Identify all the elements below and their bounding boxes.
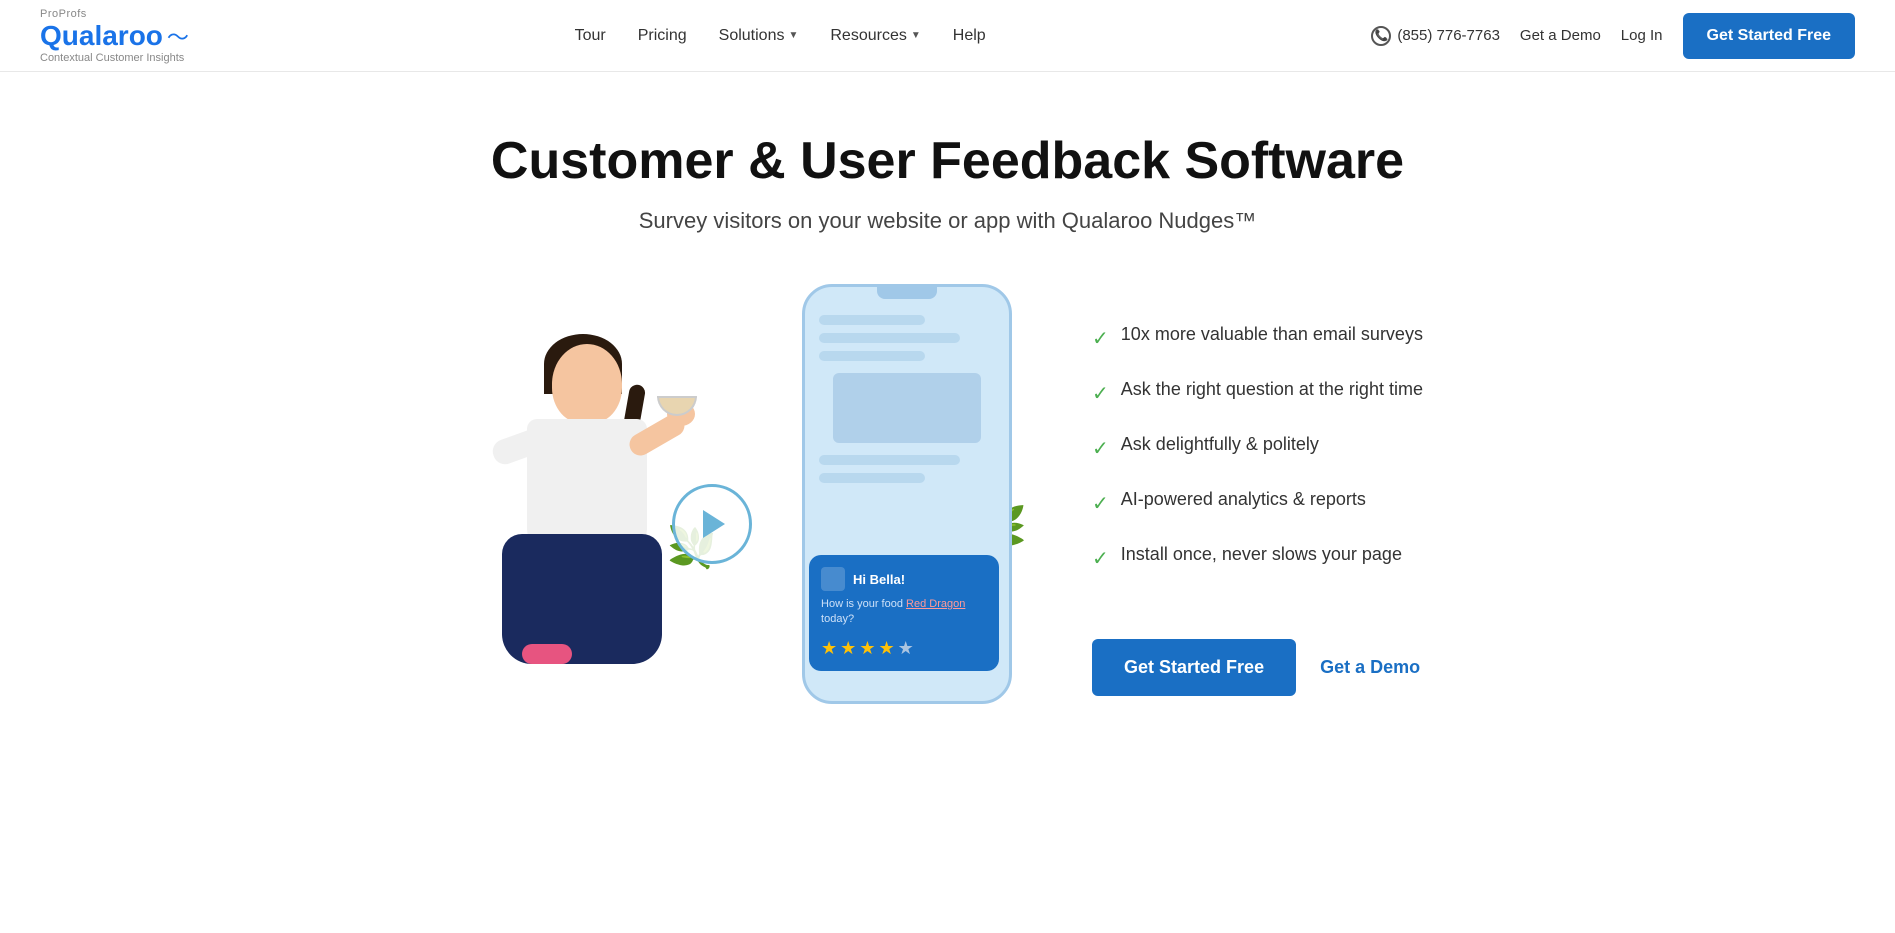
play-button[interactable] [672, 484, 752, 564]
feature-text: Install once, never slows your page [1121, 544, 1402, 565]
logo-main: Qualaroo 〜 [40, 20, 189, 52]
star-rating[interactable]: ★ ★ ★ ★ ★ [821, 638, 987, 659]
hero-section: Customer & User Feedback Software Survey… [0, 72, 1895, 764]
star-2[interactable]: ★ [840, 638, 856, 659]
chevron-down-icon: ▼ [911, 30, 921, 41]
woman-head [552, 344, 622, 424]
phone-screen-line [819, 333, 960, 343]
get-started-button[interactable]: Get Started Free [1683, 13, 1855, 59]
phone-notch [877, 287, 937, 299]
header: ProProfs Qualaroo 〜 Contextual Customer … [0, 0, 1895, 72]
feature-text: AI-powered analytics & reports [1121, 489, 1366, 510]
star-1[interactable]: ★ [821, 638, 837, 659]
phone-screen [805, 315, 1009, 483]
cta-buttons: Get Started Free Get a Demo [1092, 639, 1423, 696]
get-started-cta-button[interactable]: Get Started Free [1092, 639, 1296, 696]
get-demo-cta-link[interactable]: Get a Demo [1320, 657, 1420, 678]
survey-header: Hi Bella! [821, 567, 987, 591]
star-5[interactable]: ★ [898, 638, 914, 659]
feature-item: ✓ AI-powered analytics & reports [1092, 489, 1423, 516]
proprofs-label: ProProfs [40, 8, 189, 20]
feature-item: ✓ 10x more valuable than email surveys [1092, 324, 1423, 351]
chevron-down-icon: ▼ [788, 30, 798, 41]
check-icon: ✓ [1092, 491, 1109, 516]
get-demo-link[interactable]: Get a Demo [1520, 27, 1601, 44]
nav-pricing[interactable]: Pricing [638, 27, 687, 45]
survey-icon [821, 567, 845, 591]
phone-text: (855) 776-7763 [1397, 27, 1500, 44]
feature-item: ✓ Ask delightfully & politely [1092, 434, 1423, 461]
features-list: ✓ 10x more valuable than email surveys ✓… [1092, 284, 1423, 696]
woman-legs [502, 534, 662, 664]
survey-card: Hi Bella! How is your food Red Dragon to… [809, 555, 999, 671]
feature-text: Ask delightfully & politely [1121, 434, 1319, 455]
logo-text: Qualaroo [40, 22, 163, 50]
nav-tour[interactable]: Tour [575, 27, 606, 45]
header-right: 📞 (855) 776-7763 Get a Demo Log In Get S… [1371, 13, 1855, 59]
check-icon: ✓ [1092, 381, 1109, 406]
feature-item: ✓ Install once, never slows your page [1092, 544, 1423, 571]
phone-screen-line [819, 473, 925, 483]
feature-item: ✓ Ask the right question at the right ti… [1092, 379, 1423, 406]
check-icon: ✓ [1092, 436, 1109, 461]
feature-text: Ask the right question at the right time [1121, 379, 1423, 400]
phone-mockup: Hi Bella! How is your food Red Dragon to… [802, 284, 1012, 704]
login-link[interactable]: Log In [1621, 27, 1663, 44]
phone-screen-line [819, 351, 925, 361]
woman-feet [522, 644, 572, 664]
survey-greeting: Hi Bella! [853, 572, 905, 587]
play-icon [703, 510, 725, 538]
check-icon: ✓ [1092, 546, 1109, 571]
logo[interactable]: ProProfs Qualaroo 〜 Contextual Customer … [40, 8, 189, 64]
star-3[interactable]: ★ [859, 638, 875, 659]
survey-link: Red Dragon [906, 598, 965, 610]
phone-content-box [833, 373, 981, 443]
nav-resources[interactable]: Resources ▼ [830, 27, 920, 45]
survey-question: How is your food Red Dragon today? [821, 597, 987, 628]
hero-subtitle: Survey visitors on your website or app w… [639, 208, 1257, 234]
check-icon: ✓ [1092, 326, 1109, 351]
phone-illustration: 🌿 🌿 [472, 284, 1032, 724]
qualaroo-bird-icon: 〜 [167, 20, 189, 52]
logo-subtitle: Contextual Customer Insights [40, 52, 189, 64]
hero-title: Customer & User Feedback Software [491, 132, 1404, 192]
main-nav: Tour Pricing Solutions ▼ Resources ▼ Hel… [575, 27, 986, 45]
nav-help[interactable]: Help [953, 27, 986, 45]
phone-icon: 📞 [1371, 26, 1391, 46]
star-4[interactable]: ★ [878, 638, 894, 659]
feature-text: 10x more valuable than email surveys [1121, 324, 1423, 345]
hero-body: 🌿 🌿 [298, 284, 1598, 724]
phone-screen-line [819, 315, 925, 325]
phone-number[interactable]: 📞 (855) 776-7763 [1371, 26, 1500, 46]
nav-solutions[interactable]: Solutions ▼ [719, 27, 799, 45]
phone-screen-line [819, 455, 960, 465]
